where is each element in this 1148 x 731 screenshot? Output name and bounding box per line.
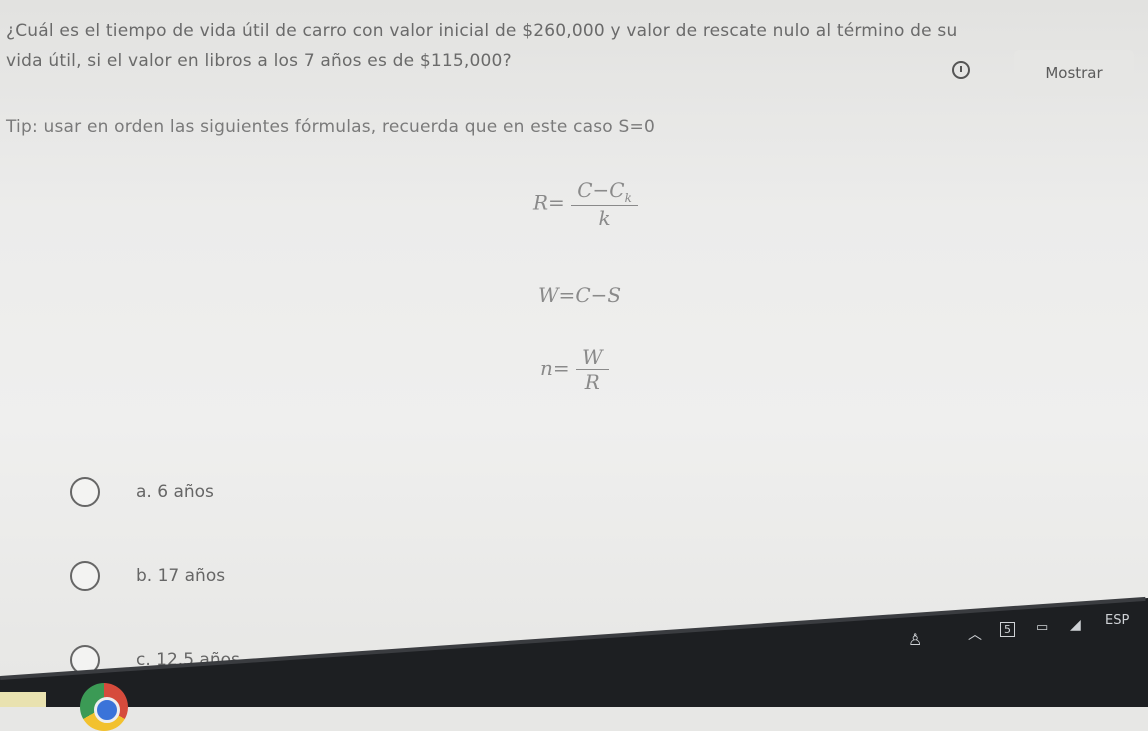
formula-r-lhs: R= [533,190,565,215]
formula-w: W=C−S [538,283,621,307]
formula-r-numerator: C−C [577,178,625,202]
info-icon[interactable] [952,61,970,79]
question-line-2: vida útil, si el valor en libros a los 7… [6,51,512,71]
question-line-1: ¿Cuál es el tiempo de vida útil de carro… [6,21,958,41]
taskbar-app-block[interactable] [0,692,46,707]
formula-r-numerator-sub: k [624,191,632,205]
formula-n: n= W R [540,345,609,394]
quiz-page: ¿Cuál es el tiempo de vida útil de carro… [0,0,1148,707]
show-answer-button[interactable]: Mostrar [1014,50,1134,96]
people-icon[interactable]: ♙ [908,630,922,649]
formula-n-lhs: n= [540,356,570,380]
formula-n-denominator: R [576,369,609,394]
wifi-icon[interactable]: ◢ [1070,617,1081,633]
language-indicator[interactable]: ESP [1105,613,1129,628]
tip-text: Tip: usar en orden las siguientes fórmul… [6,117,655,137]
question-text: ¿Cuál es el tiempo de vida útil de carro… [6,16,1106,76]
chrome-icon[interactable] [80,683,128,731]
option-b-radio[interactable] [70,561,100,591]
option-b[interactable]: b. 17 años [70,558,225,594]
tray-badge-icon[interactable]: 5 [1000,622,1015,637]
option-a-radio[interactable] [70,477,100,507]
option-a[interactable]: a. 6 años [70,474,214,510]
chevron-up-icon[interactable]: ︿ [968,624,982,644]
option-b-label: b. 17 años [136,566,226,586]
formula-r: R= C−Ck k [533,178,638,230]
formula-r-denominator: k [571,205,638,230]
battery-icon[interactable]: ▭ [1036,620,1048,635]
formula-w-text: W=C−S [538,283,622,307]
formula-n-numerator: W [582,345,603,369]
option-a-label: a. 6 años [136,482,214,502]
